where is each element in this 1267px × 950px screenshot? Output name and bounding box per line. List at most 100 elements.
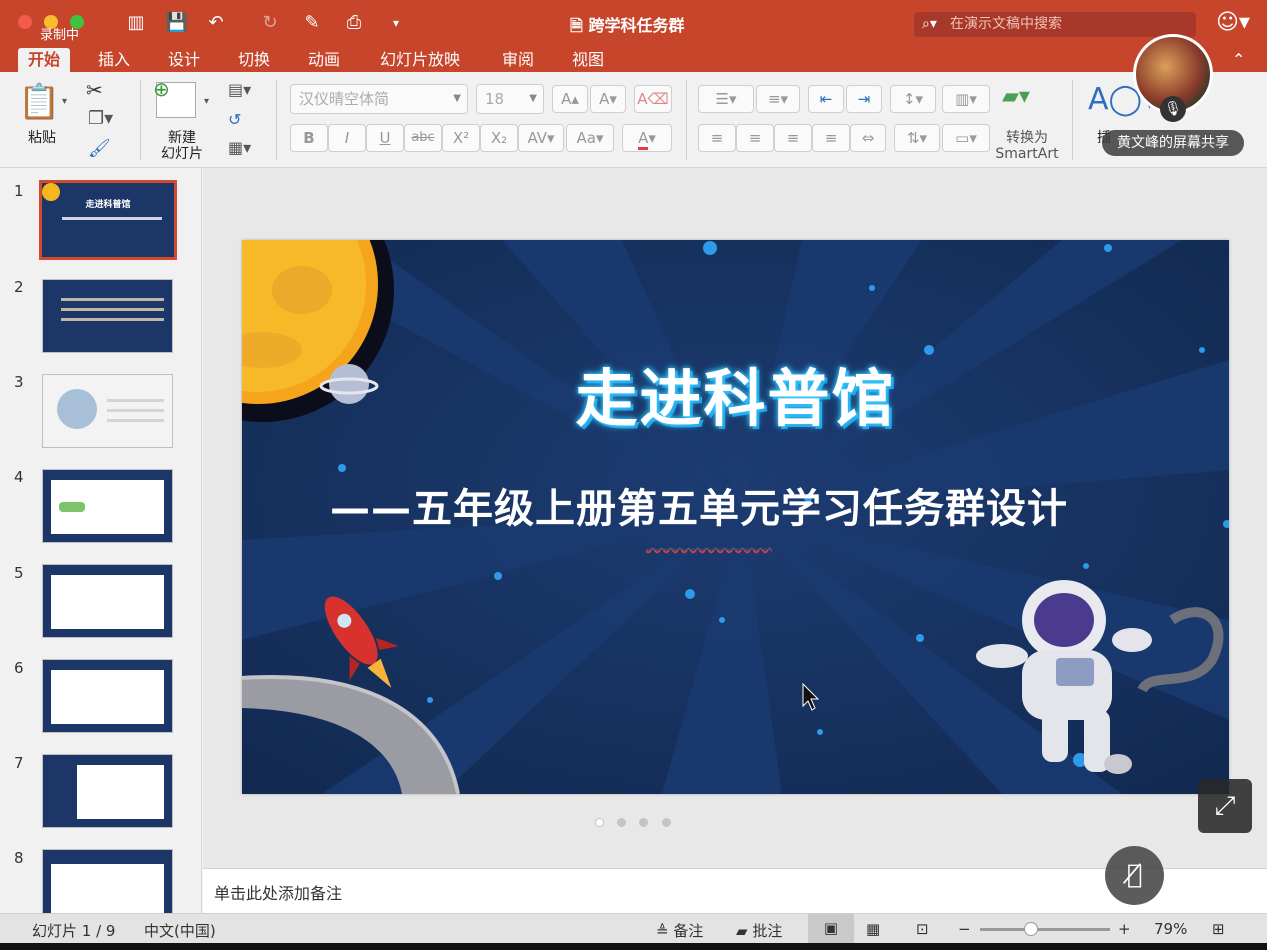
slide-thumbnail-6[interactable] bbox=[42, 659, 173, 733]
slide-title[interactable]: 走进科普馆 bbox=[242, 348, 1229, 438]
italic-button[interactable]: I bbox=[328, 124, 366, 152]
align-left-button[interactable]: ≡ bbox=[698, 124, 736, 152]
comments-toggle-button[interactable]: ▰ 批注 bbox=[736, 920, 782, 941]
increase-font-button[interactable]: A▴ bbox=[552, 85, 588, 113]
thumbnail-number: 8 bbox=[14, 849, 24, 867]
format-painter-icon[interactable]: 🖌 bbox=[88, 138, 111, 159]
slide-thumbnail-8[interactable] bbox=[42, 849, 173, 923]
zoom-slider-thumb[interactable] bbox=[1024, 922, 1038, 936]
reset-icon[interactable]: ↺ bbox=[228, 110, 241, 129]
page-indicator-dot[interactable] bbox=[595, 818, 604, 827]
justify-button[interactable]: ≡ bbox=[812, 124, 850, 152]
screen-edge bbox=[0, 943, 1267, 950]
search-input[interactable]: ⌕▾ 在演示文稿中搜索 bbox=[914, 12, 1196, 37]
page-indicator-dot[interactable] bbox=[662, 818, 671, 827]
page-indicator-dot[interactable] bbox=[639, 818, 648, 827]
zoom-in-button[interactable]: + bbox=[1118, 920, 1131, 938]
ribbon-tabs: 开始 插入 设计 切换 动画 幻灯片放映 审阅 视图 ⌃ bbox=[0, 44, 1267, 72]
smartart-icon[interactable]: ▰▾ bbox=[1002, 84, 1030, 109]
underline-button[interactable]: U bbox=[366, 124, 404, 152]
tab-design[interactable]: 设计 bbox=[158, 48, 210, 72]
layout-icon[interactable]: ▤▾ bbox=[228, 80, 251, 99]
align-right-button[interactable]: ≡ bbox=[774, 124, 812, 152]
notes-toggle-button[interactable]: ≜ 备注 bbox=[656, 920, 703, 941]
slide-thumbnail-2[interactable] bbox=[42, 279, 173, 353]
print-icon[interactable]: ⎙ bbox=[342, 12, 366, 34]
convert-smartart-label[interactable]: 转换为 SmartArt bbox=[990, 130, 1064, 162]
subscript-button[interactable]: X₂ bbox=[480, 124, 518, 152]
ribbon-divider bbox=[140, 80, 141, 160]
font-size-select[interactable]: 18 ▼ bbox=[476, 84, 544, 114]
slide-thumbnail-5[interactable] bbox=[42, 564, 173, 638]
collapse-ribbon-icon[interactable]: ⌃ bbox=[1222, 48, 1255, 72]
tab-transitions[interactable]: 切换 bbox=[228, 48, 280, 72]
new-slide-dropdown-icon[interactable]: ▾ bbox=[204, 96, 209, 107]
bold-button[interactable]: B bbox=[290, 124, 328, 152]
slide-subtitle[interactable]: ——五年级上册第五单元学习任务群设计 bbox=[330, 476, 1068, 534]
presenter-view-button[interactable]: ⊡ bbox=[916, 920, 929, 938]
text-direction-button[interactable]: ⇅▾ bbox=[894, 124, 940, 152]
slide-thumbnail-4[interactable] bbox=[42, 469, 173, 543]
close-window-button[interactable] bbox=[18, 15, 32, 29]
current-slide[interactable]: 走进科普馆 ——五年级上册第五单元学习任务群设计 ______________ bbox=[242, 240, 1229, 794]
clear-formatting-button[interactable]: A⌫ bbox=[634, 85, 672, 113]
undo-icon[interactable]: ↶ bbox=[204, 12, 228, 34]
cut-icon[interactable]: ✂ bbox=[86, 78, 103, 102]
language-indicator[interactable]: 中文(中国) bbox=[144, 920, 216, 941]
strikethrough-button[interactable]: abc bbox=[404, 124, 442, 152]
increase-indent-button[interactable]: ⇥ bbox=[846, 85, 882, 113]
tab-animations[interactable]: 动画 bbox=[298, 48, 350, 72]
copy-icon[interactable]: ❐▾ bbox=[88, 108, 113, 129]
zoom-level[interactable]: 79% bbox=[1154, 920, 1187, 938]
thumbnail-number: 7 bbox=[14, 754, 24, 772]
zoom-out-button[interactable]: − bbox=[958, 920, 971, 938]
new-slide-label[interactable]: 新建 幻灯片 bbox=[152, 130, 212, 162]
align-center-button[interactable]: ≡ bbox=[736, 124, 774, 152]
mic-muted-icon[interactable]: 🎙̸ bbox=[1105, 846, 1164, 905]
new-slide-icon[interactable]: ⊕ bbox=[153, 77, 196, 118]
edit-icon[interactable]: ✎ bbox=[300, 12, 324, 34]
font-name-select[interactable]: 汉仪晴空体简 ▼ bbox=[290, 84, 468, 114]
decrease-indent-button[interactable]: ⇤ bbox=[808, 85, 844, 113]
redo-icon[interactable]: ↻ bbox=[258, 12, 282, 34]
font-color-button[interactable]: A▾ bbox=[622, 124, 672, 152]
slide-thumbnails-pane[interactable]: 1 走进科普馆 2 3 4 5 6 7 8 bbox=[0, 168, 202, 923]
distributed-button[interactable]: ⇔ bbox=[850, 124, 886, 152]
section-icon[interactable]: ▦▾ bbox=[228, 138, 251, 157]
change-case-button[interactable]: Aa▾ bbox=[566, 124, 614, 152]
paste-dropdown-icon[interactable]: ▾ bbox=[62, 96, 67, 107]
superscript-button[interactable]: X² bbox=[442, 124, 480, 152]
bullets-button[interactable]: ☰▾ bbox=[698, 85, 754, 113]
columns-button[interactable]: ▥▾ bbox=[942, 85, 990, 113]
account-smiley-icon[interactable]: ☺▾ bbox=[1216, 12, 1250, 34]
decrease-font-button[interactable]: A▾ bbox=[590, 85, 626, 113]
sidebar-toggle-icon[interactable]: ▥ bbox=[124, 12, 148, 34]
customize-toolbar-icon[interactable]: ▾ bbox=[384, 12, 408, 34]
numbering-button[interactable]: ≡▾ bbox=[756, 85, 800, 113]
normal-view-button[interactable]: ▣ bbox=[808, 914, 854, 943]
align-text-button[interactable]: ▭▾ bbox=[942, 124, 990, 152]
tab-home[interactable]: 开始 bbox=[18, 48, 71, 72]
fit-to-window-icon[interactable]: ⊞ bbox=[1212, 920, 1225, 938]
tab-view[interactable]: 视图 bbox=[562, 48, 614, 72]
page-indicator-dot[interactable] bbox=[617, 818, 626, 827]
slide-thumbnail-3[interactable] bbox=[42, 374, 173, 448]
slide-thumbnail-1[interactable]: 走进科普馆 bbox=[39, 180, 177, 260]
line-spacing-button[interactable]: ↕▾ bbox=[890, 85, 936, 113]
thumbnail-number: 5 bbox=[14, 564, 24, 582]
tab-insert[interactable]: 插入 bbox=[88, 48, 140, 72]
slide-thumbnail-7[interactable] bbox=[42, 754, 173, 828]
text-placeholder-squiggle[interactable]: ______________ bbox=[646, 530, 772, 551]
save-icon[interactable]: 💾 bbox=[165, 12, 189, 34]
zoom-slider[interactable] bbox=[980, 922, 1110, 936]
paste-label[interactable]: 粘贴 bbox=[22, 130, 62, 146]
paste-icon[interactable]: 📋 bbox=[18, 82, 60, 122]
character-spacing-button[interactable]: AV▾ bbox=[518, 124, 564, 152]
annotate-share-icon[interactable]: ⤢ bbox=[1198, 779, 1252, 833]
tab-slideshow[interactable]: 幻灯片放映 bbox=[370, 48, 470, 72]
slide-sorter-view-button[interactable]: ▦ bbox=[866, 920, 880, 938]
thumbnail-number: 1 bbox=[14, 182, 24, 200]
ribbon-divider bbox=[276, 80, 277, 160]
notes-placeholder[interactable]: 单击此处添加备注 bbox=[214, 880, 342, 904]
tab-review[interactable]: 审阅 bbox=[492, 48, 544, 72]
